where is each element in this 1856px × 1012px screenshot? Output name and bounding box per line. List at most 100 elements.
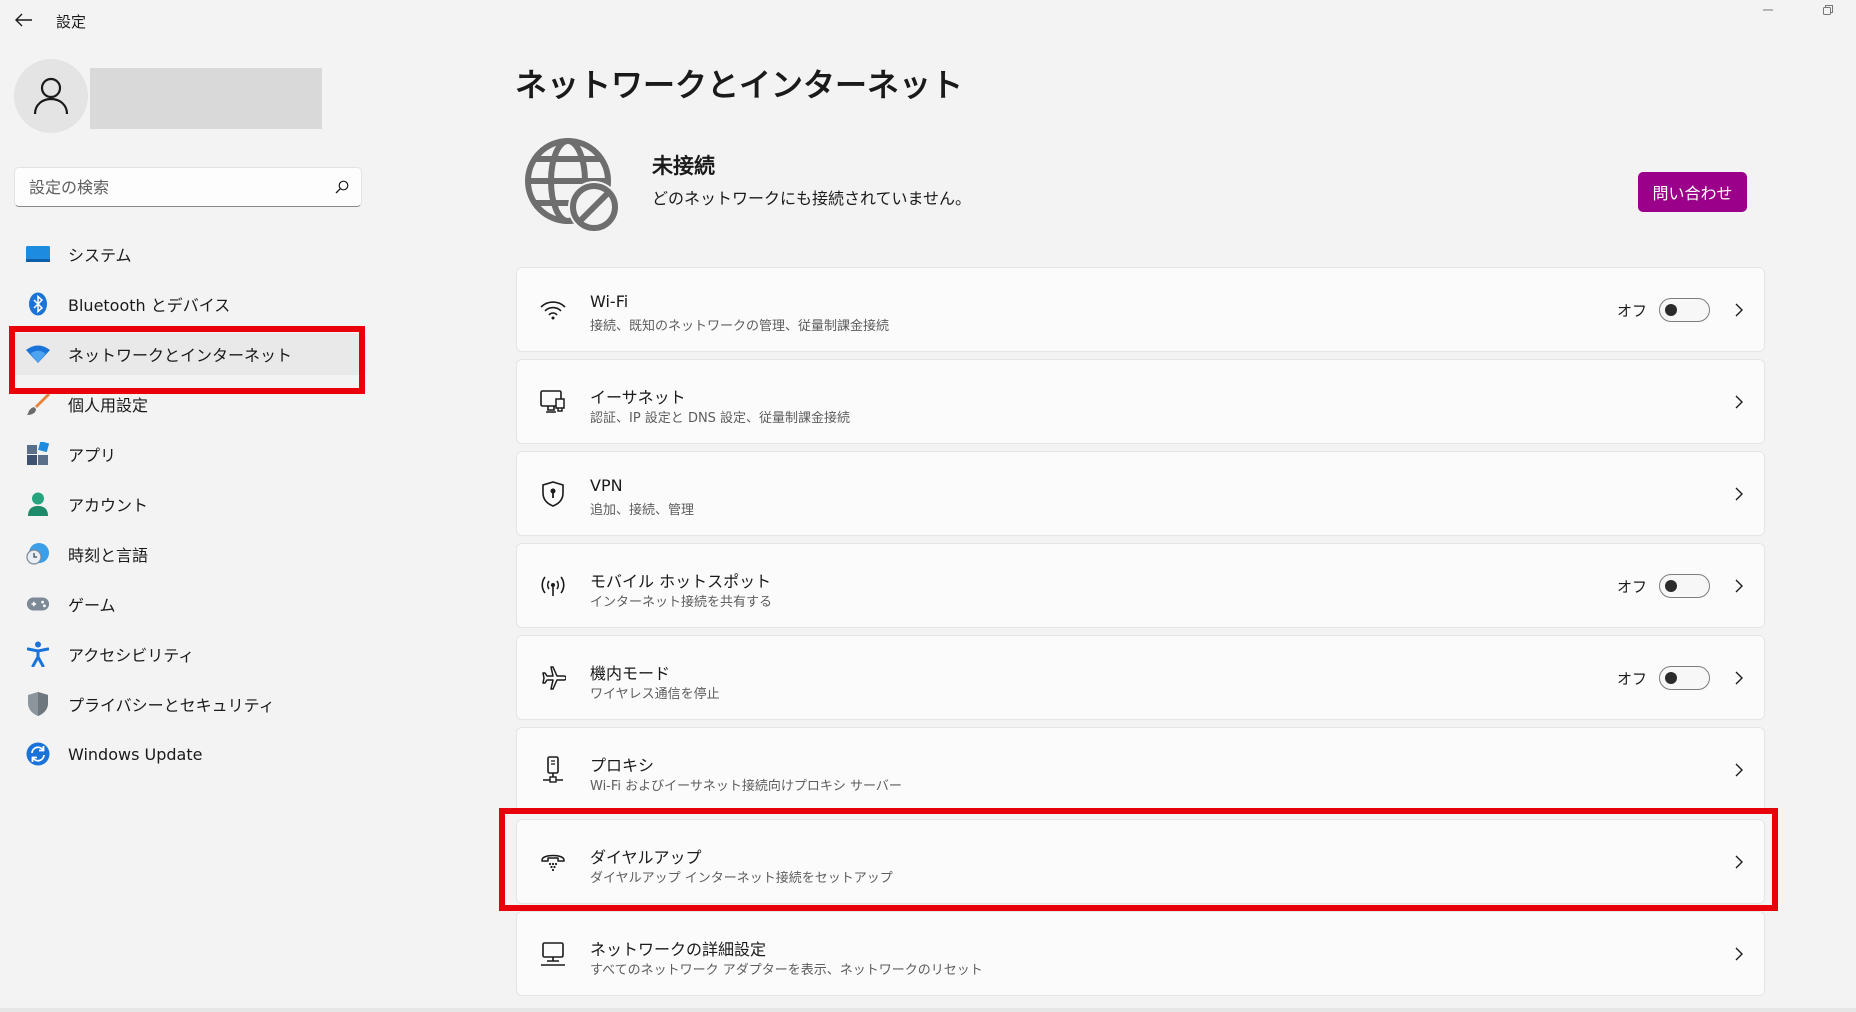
toggle-knob [1665, 304, 1677, 316]
chevron-right-icon [1729, 576, 1749, 596]
chevron-right-icon [1729, 760, 1749, 780]
card-title: Wi-Fi [590, 292, 629, 311]
card-title: イーサネット [590, 388, 686, 407]
toggle-knob [1665, 580, 1677, 592]
clock-globe-icon [26, 542, 50, 566]
chevron-right-icon [1729, 392, 1749, 412]
sidebar-item-time-language[interactable]: 時刻と言語 [10, 533, 366, 575]
vpn-shield-icon [537, 478, 569, 510]
sidebar-item-accounts[interactable]: アカウント [10, 483, 366, 525]
card-wifi[interactable]: Wi-Fi 接続、既知のネットワークの管理、従量制課金接続 オフ [516, 267, 1765, 352]
sidebar-item-windows-update[interactable]: Windows Update [10, 733, 366, 775]
update-icon [26, 742, 50, 766]
sidebar-item-label: ゲーム [68, 596, 116, 615]
sidebar-item-bluetooth[interactable]: Bluetooth とデバイス [10, 283, 366, 325]
sidebar-item-label: プライバシーとセキュリティ [68, 696, 275, 715]
sidebar-item-label: 時刻と言語 [68, 546, 149, 565]
sidebar-item-label: システム [68, 246, 132, 265]
title-bar: 設定 [0, 0, 1856, 40]
card-subtitle: ダイヤルアップ インターネット接続をセットアップ [590, 871, 893, 886]
card-vpn[interactable]: VPN 追加、接続、管理 [516, 451, 1765, 536]
card-proxy[interactable]: プロキシ Wi-Fi およびイーサネット接続向けプロキシ サーバー [516, 727, 1765, 812]
profile-name-redacted [90, 68, 322, 129]
system-icon [26, 242, 50, 266]
wifi-icon [537, 294, 569, 326]
sidebar-item-label: 個人用設定 [68, 396, 149, 415]
ethernet-icon [537, 386, 569, 418]
card-title: VPN [590, 476, 623, 495]
card-mobile-hotspot[interactable]: モバイル ホットスポット インターネット接続を共有する オフ [516, 543, 1765, 628]
chevron-right-icon [1729, 484, 1749, 504]
sidebar-item-accessibility[interactable]: アクセシビリティ [10, 633, 366, 675]
back-button[interactable] [10, 6, 38, 34]
card-title: ダイヤルアップ [590, 848, 702, 867]
toggle-state-label: オフ [1617, 578, 1648, 596]
search-box[interactable] [14, 167, 362, 207]
airplane-mode-toggle[interactable] [1659, 666, 1710, 690]
restore-icon [1823, 5, 1833, 15]
sidebar-nav: システム Bluetooth とデバイス ネットワークとインターネット 個人用設… [10, 233, 366, 783]
card-subtitle: 追加、接続、管理 [590, 503, 695, 518]
minimize-icon [1763, 9, 1773, 11]
app-title: 設定 [56, 13, 87, 31]
card-ethernet[interactable]: イーサネット 認証、IP 設定と DNS 設定、従量制課金接続 [516, 359, 1765, 444]
proxy-icon [537, 754, 569, 786]
sidebar-item-personalization[interactable]: 個人用設定 [10, 383, 366, 425]
toggle-knob [1665, 672, 1677, 684]
sidebar-item-label: アクセシビリティ [68, 646, 195, 665]
card-advanced-network[interactable]: ネットワークの詳細設定 すべてのネットワーク アダプターを表示、ネットワークのリ… [516, 911, 1765, 996]
sidebar-item-network[interactable]: ネットワークとインターネット [10, 333, 366, 375]
chevron-right-icon [1729, 668, 1749, 688]
account-icon [26, 492, 50, 516]
card-airplane-mode[interactable]: 機内モード ワイヤレス通信を停止 オフ [516, 635, 1765, 720]
shield-icon [26, 692, 50, 716]
page-title: ネットワークとインターネット [515, 66, 964, 104]
sidebar-item-label: Bluetooth とデバイス [68, 296, 231, 315]
chevron-right-icon [1729, 944, 1749, 964]
hotspot-toggle[interactable] [1659, 574, 1710, 598]
card-subtitle: ワイヤレス通信を停止 [590, 687, 720, 702]
minimize-button[interactable] [1745, 0, 1791, 20]
card-subtitle: 接続、既知のネットワークの管理、従量制課金接続 [590, 319, 890, 334]
card-title: ネットワークの詳細設定 [590, 940, 767, 959]
card-subtitle: すべてのネットワーク アダプターを表示、ネットワークのリセット [590, 963, 983, 978]
card-subtitle: 認証、IP 設定と DNS 設定、従量制課金接続 [590, 411, 851, 426]
sidebar-item-system[interactable]: システム [10, 233, 366, 275]
chevron-right-icon [1729, 852, 1749, 872]
user-icon [33, 77, 69, 115]
gamepad-icon [26, 592, 50, 616]
avatar[interactable] [14, 59, 88, 133]
card-dialup[interactable]: ダイヤルアップ ダイヤルアップ インターネット接続をセットアップ [516, 819, 1765, 904]
paintbrush-icon [26, 392, 50, 416]
card-subtitle: インターネット接続を共有する [590, 595, 773, 610]
bluetooth-icon [26, 292, 50, 316]
search-input[interactable] [29, 177, 335, 197]
wifi-toggle[interactable] [1659, 298, 1710, 322]
card-subtitle: Wi-Fi およびイーサネット接続向けプロキシ サーバー [590, 779, 902, 794]
dialup-icon [537, 846, 569, 878]
back-arrow-icon [15, 13, 32, 27]
search-icon [335, 180, 349, 194]
sidebar-item-label: ネットワークとインターネット [68, 346, 293, 365]
window-bottom-edge [0, 1008, 1856, 1012]
accessibility-icon [26, 641, 50, 667]
sidebar-item-privacy[interactable]: プライバシーとセキュリティ [10, 683, 366, 725]
toggle-state-label: オフ [1617, 670, 1648, 688]
sidebar-item-label: アプリ [68, 446, 117, 465]
card-title: プロキシ [590, 756, 655, 775]
airplane-icon [537, 662, 569, 694]
settings-window: 設定 システム Bluetooth とデバイス [0, 0, 1856, 1012]
restore-button[interactable] [1805, 0, 1851, 20]
toggle-state-label: オフ [1617, 302, 1648, 320]
globe-disconnected-icon [524, 137, 624, 237]
sidebar-item-apps[interactable]: アプリ [10, 433, 366, 475]
chevron-right-icon [1729, 300, 1749, 320]
connection-status-subtitle: どのネットワークにも接続されていません。 [652, 189, 972, 208]
hotspot-icon [537, 570, 569, 602]
contact-button[interactable]: 問い合わせ [1638, 172, 1747, 212]
connection-status-title: 未接続 [652, 154, 715, 178]
settings-card-list: Wi-Fi 接続、既知のネットワークの管理、従量制課金接続 オフ イーサネット … [516, 267, 1765, 1003]
card-title: モバイル ホットスポット [590, 572, 772, 591]
card-title: 機内モード [590, 664, 671, 683]
sidebar-item-gaming[interactable]: ゲーム [10, 583, 366, 625]
